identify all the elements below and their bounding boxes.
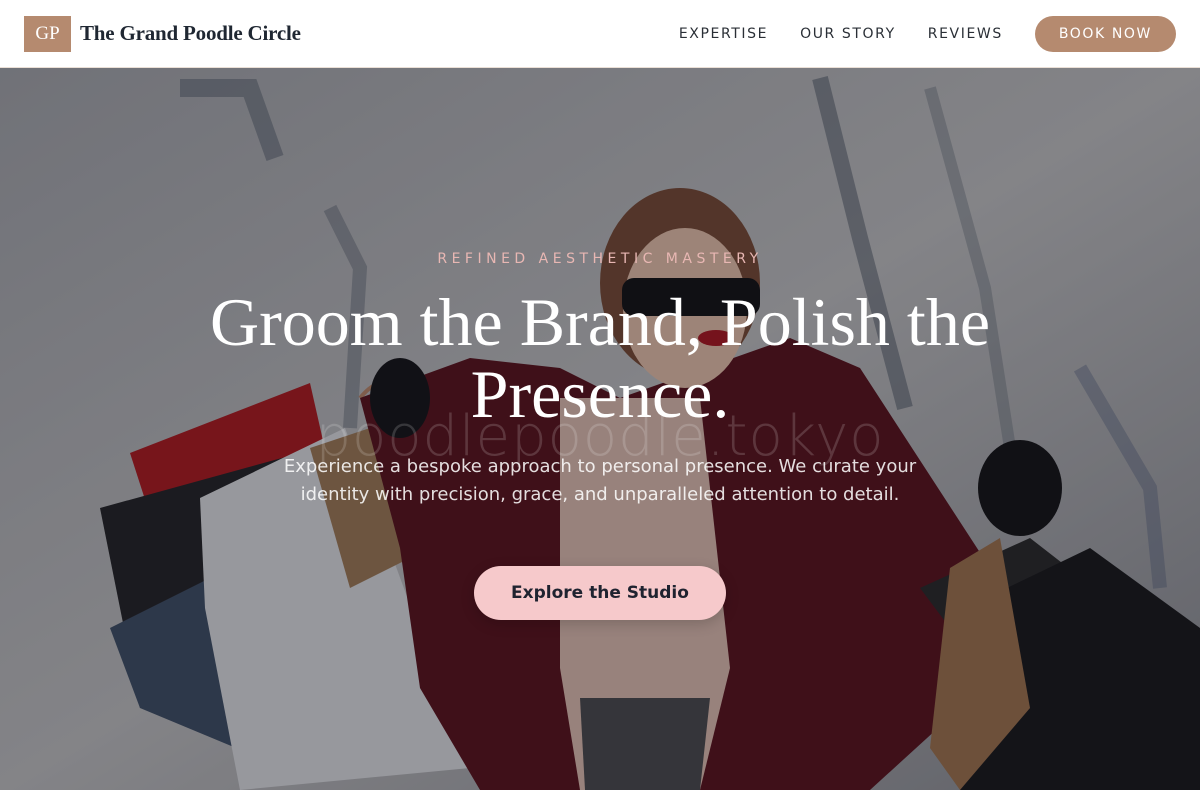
brand-name: The Grand Poodle Circle <box>80 21 301 45</box>
explore-studio-button[interactable]: Explore the Studio <box>474 566 726 620</box>
hero-section: REFINED AESTHETIC MASTERY Groom the Bran… <box>0 68 1200 790</box>
site-header: GP The Grand Poodle Circle EXPERTISE OUR… <box>0 0 1200 68</box>
hero-eyebrow: REFINED AESTHETIC MASTERY <box>437 251 763 267</box>
hero-lead: Experience a bespoke approach to persona… <box>283 456 917 505</box>
nav-link-expertise[interactable]: EXPERTISE <box>679 26 768 42</box>
book-now-button[interactable]: BOOK NOW <box>1034 15 1176 52</box>
main-nav: EXPERTISE OUR STORY REVIEWS BOOK NOW <box>679 15 1176 52</box>
logo-mark: GP <box>24 15 71 52</box>
nav-link-our-story[interactable]: OUR STORY <box>800 26 896 42</box>
nav-link-reviews[interactable]: REVIEWS <box>928 26 1003 42</box>
hero-content: REFINED AESTHETIC MASTERY Groom the Bran… <box>0 68 1200 790</box>
bottom-strip <box>0 790 1200 800</box>
brand[interactable]: GP The Grand Poodle Circle <box>24 15 301 52</box>
